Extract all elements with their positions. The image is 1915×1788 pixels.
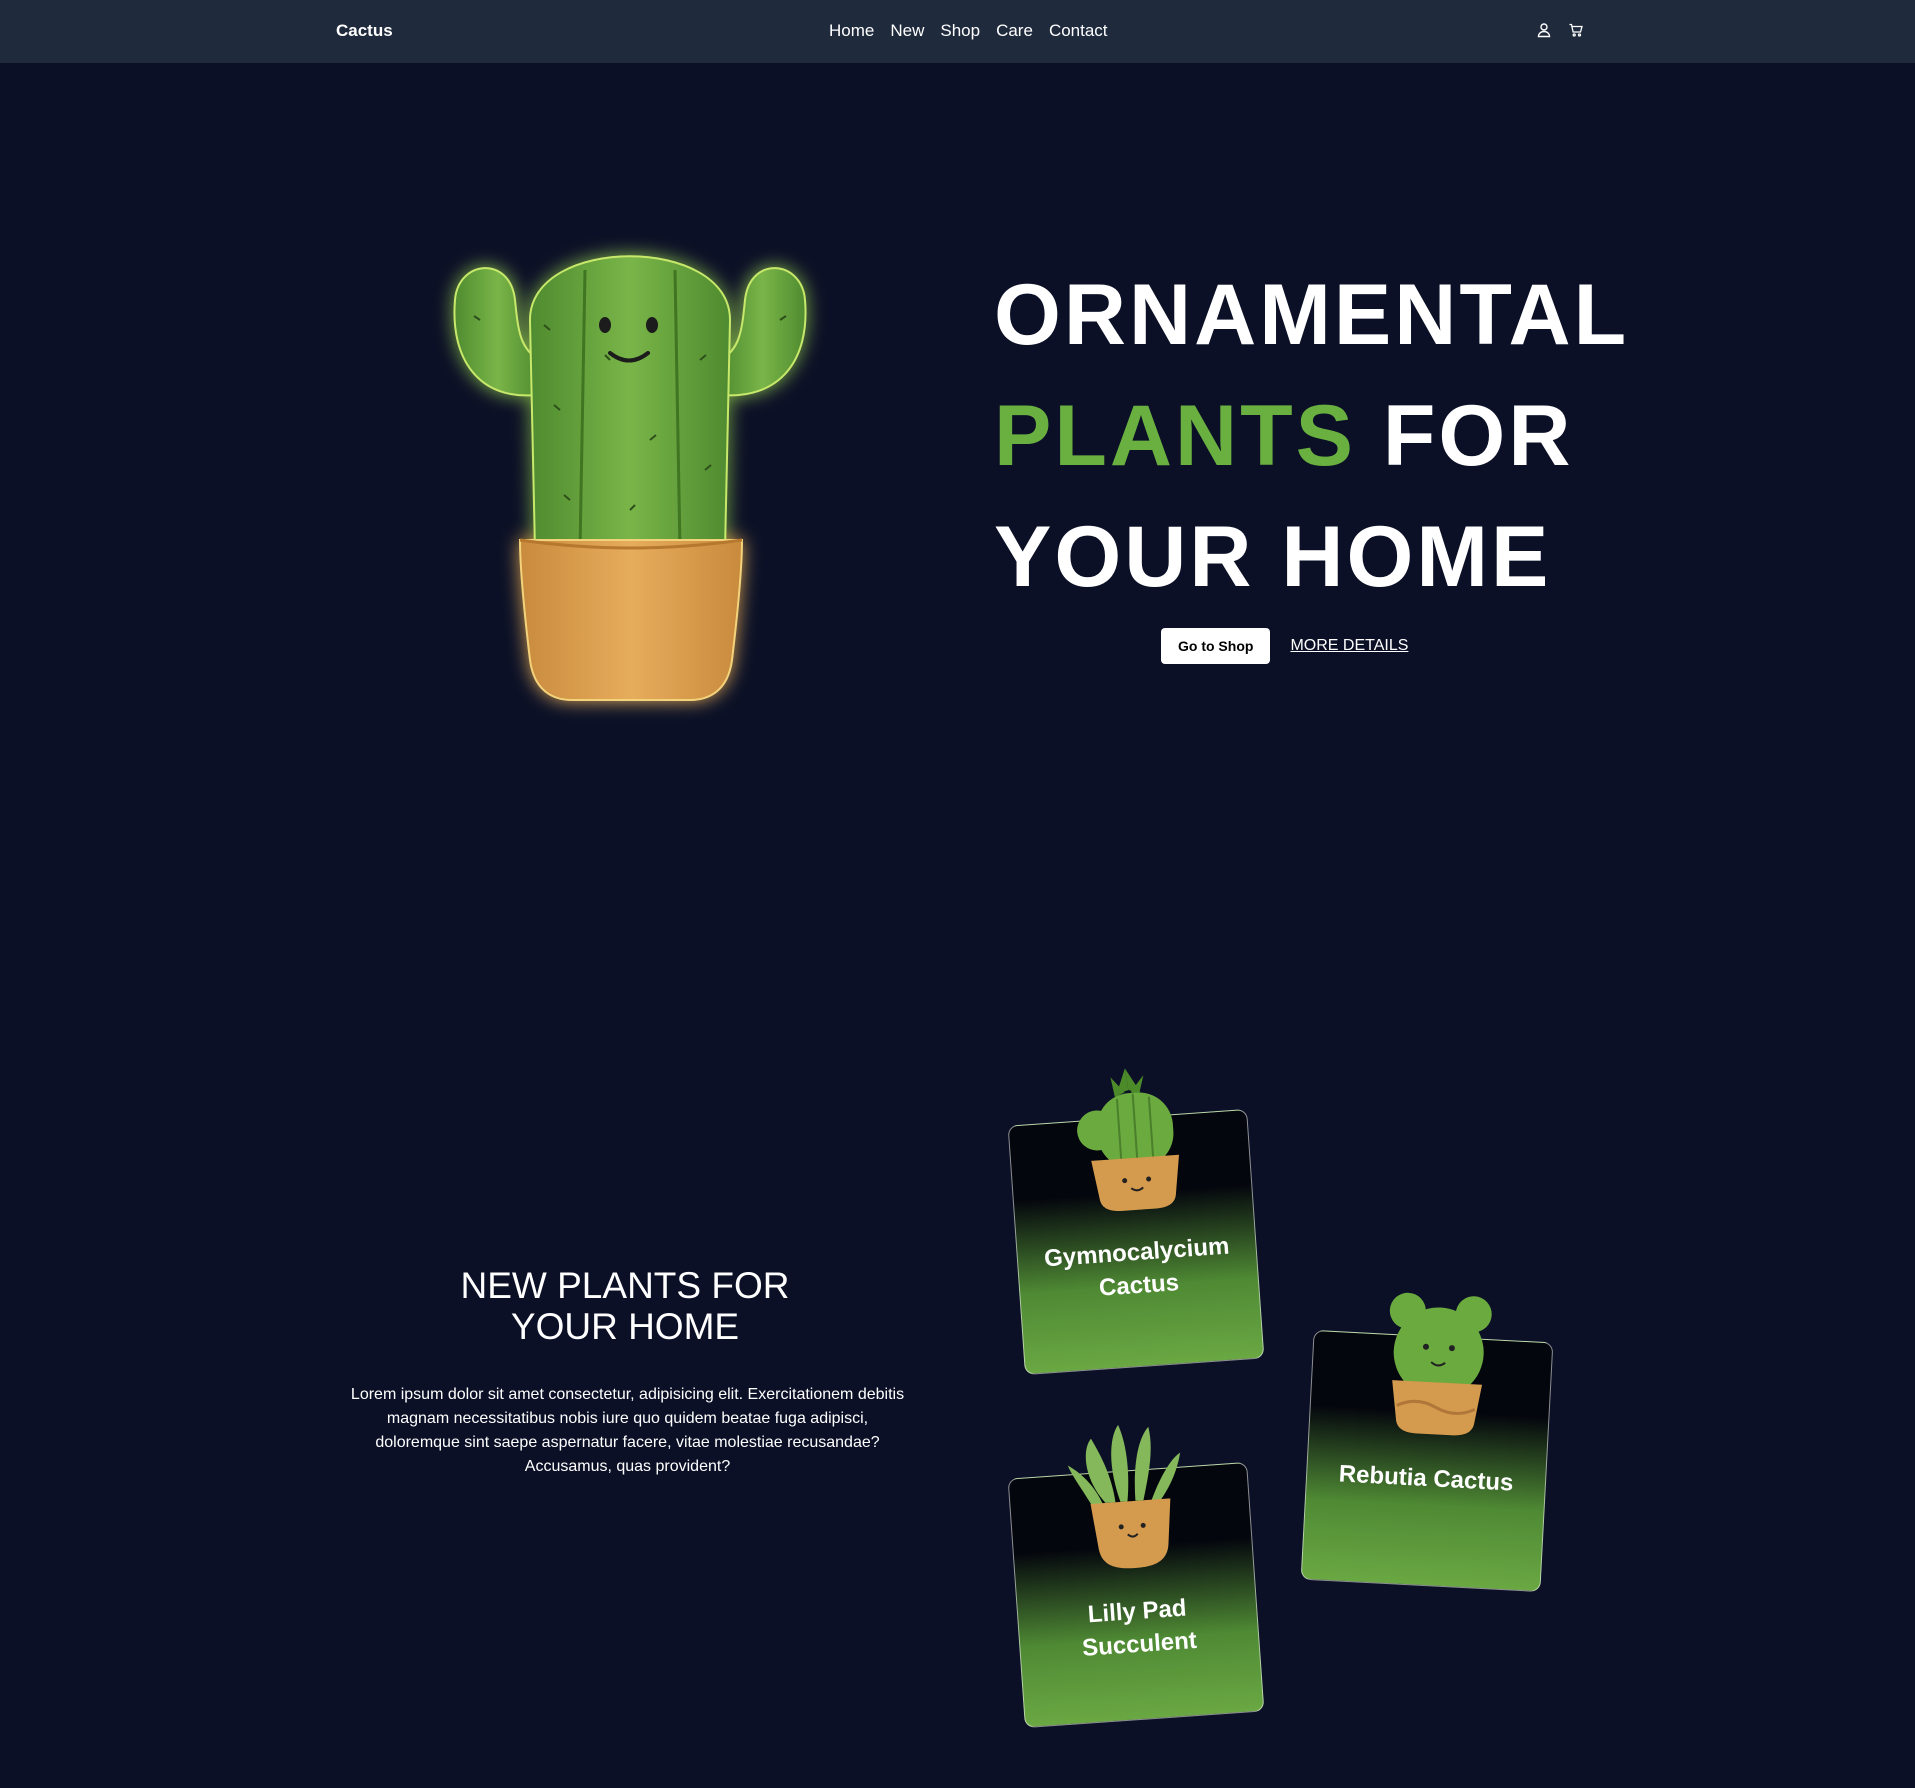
- section-title-line1: NEW PLANTS FOR: [460, 1265, 790, 1306]
- succulent-image: [1067, 1424, 1181, 1569]
- section-title: NEW PLANTS FOR YOUR HOME: [410, 1265, 840, 1347]
- section-description: Lorem ipsum dolor sit amet consectetur, …: [350, 1386, 905, 1475]
- logo[interactable]: Cactus: [336, 21, 393, 41]
- card-title: Gymnocalycium Cactus: [1043, 1232, 1231, 1302]
- nav-link-shop[interactable]: Shop: [940, 21, 980, 41]
- cart-icon[interactable]: [1566, 20, 1586, 40]
- hero-title-line1: ORNAMENTAL: [994, 267, 1630, 363]
- go-to-shop-button[interactable]: Go to Shop: [1161, 628, 1271, 664]
- user-icon[interactable]: [1534, 20, 1554, 40]
- gymnocalycium-image: [1077, 1068, 1180, 1212]
- nav-link-new[interactable]: New: [890, 21, 924, 41]
- nav-link-care[interactable]: Care: [996, 21, 1033, 41]
- navbar: Cactus Home New Shop Care Contact: [0, 0, 1915, 63]
- product-card-gymnocalycium[interactable]: Gymnocalycium Cactus: [1007, 1068, 1265, 1376]
- product-card-lilly-pad[interactable]: Lilly Pad Succulent: [1007, 1424, 1265, 1729]
- card-title: Lilly Pad Succulent: [1081, 1594, 1198, 1662]
- product-card-rebutia[interactable]: Rebutia Cactus: [1300, 1292, 1554, 1593]
- card-title: Rebutia Cactus: [1338, 1460, 1515, 1497]
- hero-cactus-image: [453, 255, 807, 701]
- nav-icons: [1534, 20, 1586, 40]
- hero-actions: Go to Shop MORE DETAILS: [1161, 628, 1408, 664]
- nav-link-home[interactable]: Home: [829, 21, 874, 41]
- nav-links: Home New Shop Care Contact: [829, 21, 1108, 41]
- rebutia-image: [1389, 1292, 1492, 1436]
- section-title-line2: YOUR HOME: [510, 1306, 740, 1347]
- hero-title-accent: PLANTS: [994, 388, 1356, 484]
- hero-title-line2: FOR: [1356, 388, 1574, 484]
- nav-link-contact[interactable]: Contact: [1049, 21, 1108, 41]
- more-details-link[interactable]: MORE DETAILS: [1290, 637, 1408, 655]
- hero-title: ORNAMENTAL PLANTS FOR YOUR HOME: [994, 255, 1626, 618]
- hero-title-line3: YOUR HOME: [994, 509, 1552, 605]
